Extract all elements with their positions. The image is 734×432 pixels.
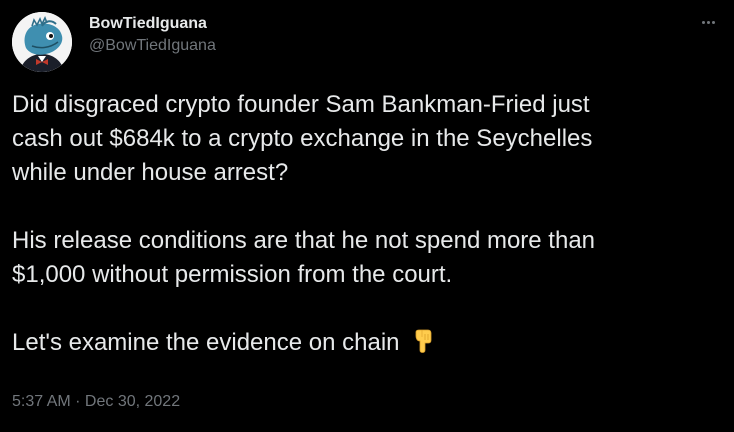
iguana-avatar-icon xyxy=(12,12,72,72)
tweet-paragraph-2: His release conditions are that he not s… xyxy=(12,227,596,288)
display-name[interactable]: BowTiedIguana xyxy=(89,14,216,34)
more-options-icon[interactable] xyxy=(698,12,718,32)
tweet-paragraph-3-text: Let's examine the evidence on chain xyxy=(12,329,400,356)
more-dot xyxy=(701,20,705,24)
tweet-paragraph-3: Let's examine the evidence on chain xyxy=(12,326,724,360)
user-handle[interactable]: @BowTiedIguana xyxy=(89,36,216,56)
more-dot xyxy=(711,20,715,24)
tweet-text: Did disgraced crypto founder Sam Bankman… xyxy=(12,88,724,360)
tweet-paragraph-1: Did disgraced crypto founder Sam Bankman… xyxy=(12,91,593,186)
tweet-card: BowTiedIguana @BowTiedIguana Did disgrac… xyxy=(0,0,734,432)
more-dot xyxy=(706,20,710,24)
author-info: BowTiedIguana @BowTiedIguana xyxy=(89,14,216,56)
pointing-down-hand-icon xyxy=(410,328,436,354)
timestamp[interactable]: 5:37 AM · Dec 30, 2022 xyxy=(12,392,180,412)
avatar[interactable] xyxy=(12,12,72,72)
